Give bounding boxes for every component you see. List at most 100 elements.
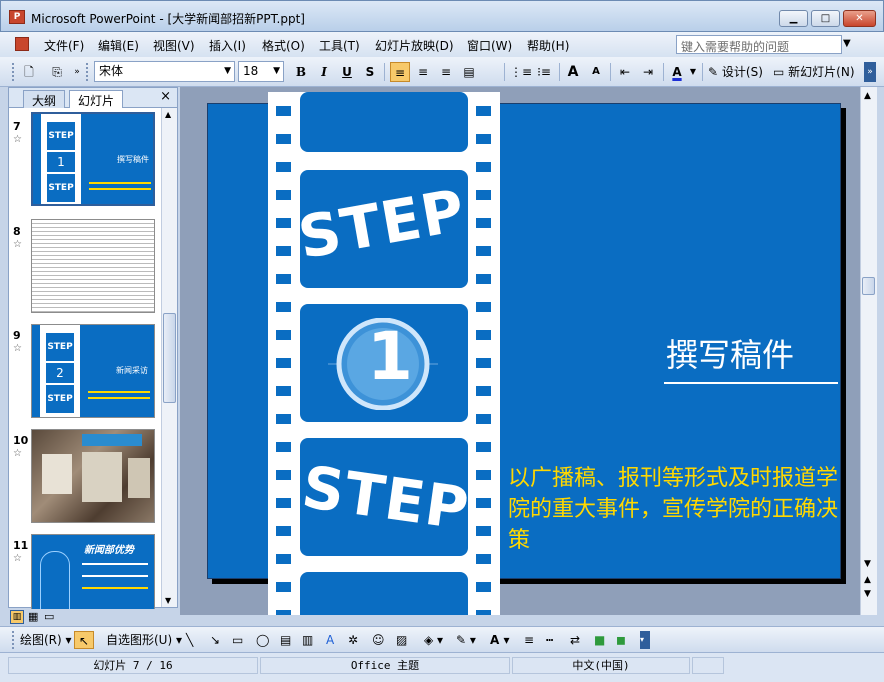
powerpoint-icon[interactable]: P [9, 10, 25, 24]
shadow-button[interactable]: S [361, 62, 379, 82]
slide-thumbnail-11[interactable]: 新闻部优势 [31, 534, 155, 609]
clipart-icon[interactable]: ☺ [372, 631, 385, 649]
toolbar-grip[interactable] [86, 63, 89, 81]
align-center-icon[interactable]: ≡ [413, 62, 433, 82]
font-size-select[interactable]: 18 ▼ [238, 61, 284, 82]
line-style-icon[interactable]: ≡ [524, 631, 534, 649]
close-icon[interactable]: × [160, 89, 171, 104]
picture-icon[interactable]: ▨ [396, 631, 407, 649]
scroll-down-icon[interactable]: ▼ [165, 596, 171, 605]
window-title: Microsoft PowerPoint - [大学新闻部招新PPT.ppt] [31, 12, 305, 26]
menu-window[interactable]: 窗口(W) [467, 37, 512, 54]
align-left-icon[interactable]: ≡ [390, 62, 410, 82]
diagram-icon[interactable]: ✲ [348, 631, 358, 649]
film-sprocket-hole [276, 358, 291, 368]
slide-body-text[interactable]: 以广播稿、报刊等形式及时报道学院的重大事件，宣传学院的正确决策 [508, 463, 838, 556]
vertical-textbox-icon[interactable]: ▥ [302, 631, 313, 649]
menu-edit[interactable]: 编辑(E) [98, 37, 139, 54]
scroll-up-icon[interactable]: ▲ [864, 91, 871, 101]
pane-scrollbar[interactable]: ▲ ▼ [161, 108, 177, 607]
slideshow-view-icon[interactable]: ▭ [44, 610, 54, 623]
toolbar-grip[interactable] [12, 631, 15, 649]
menu-slideshow[interactable]: 幻灯片放映(D) [375, 37, 454, 54]
align-right-icon[interactable]: ≡ [436, 62, 456, 82]
oval-icon[interactable]: ◯ [256, 631, 269, 649]
theme-name: Office 主题 [260, 657, 510, 674]
maximize-button[interactable]: □ [811, 10, 840, 27]
slide-thumbnail-9[interactable]: STEP 2 STEP 新闻采访 [31, 324, 155, 418]
bullets-icon[interactable]: ⁝≡ [534, 62, 554, 82]
film-sprocket-hole [476, 526, 491, 536]
slide-scrollbar[interactable]: ▲ ▼ ▲ ▼ [860, 87, 877, 615]
menu-help[interactable]: 帮助(H) [527, 37, 569, 54]
menu-format[interactable]: 格式(O) [262, 37, 305, 54]
menu-view[interactable]: 视图(V) [153, 37, 195, 54]
select-pointer-icon[interactable]: ↖ [74, 631, 94, 649]
wordart-icon[interactable]: A [326, 631, 334, 649]
grow-font-button[interactable]: A [564, 62, 582, 82]
slide-scroll-thumb[interactable] [862, 277, 875, 295]
minimize-button[interactable]: ▁ [779, 10, 808, 27]
font-color-icon[interactable]: A ▾ [490, 631, 510, 649]
slide-thumbnail-7[interactable]: STEP 1 STEP 撰写稿件 [31, 112, 155, 206]
scroll-up-icon[interactable]: ▲ [165, 110, 171, 119]
increase-indent-icon[interactable]: ⇥ [639, 62, 657, 82]
close-button[interactable]: ✕ [843, 10, 876, 27]
film-sprocket-hole [476, 554, 491, 564]
autoshapes-button[interactable]: 自选图形(U) ▾ [106, 631, 182, 649]
3d-style-icon[interactable]: ◼ [616, 631, 626, 649]
bold-button[interactable]: B [292, 62, 310, 82]
menu-tools[interactable]: 工具(T) [319, 37, 360, 54]
autoshapes-label: 自选图形(U) [106, 633, 173, 647]
current-slide[interactable]: STEP 1 STEP 撰写稿件 以广播稿、报刊等形式及时报道学院的重大事件，宣… [207, 92, 841, 615]
new-slide-button[interactable]: ▭ 新幻灯片(N) [773, 62, 861, 82]
line-color-icon[interactable]: ✎ ▾ [456, 631, 476, 649]
design-button[interactable]: ✎ 设计(S) [708, 62, 770, 82]
distribute-icon[interactable]: ▤ [459, 62, 479, 82]
slide-thumbnail-8[interactable] [31, 219, 155, 313]
new-document-icon[interactable]: 🗋 [20, 62, 38, 82]
design-icon: ✎ [708, 65, 719, 79]
tab-outline[interactable]: 大纲 [23, 90, 66, 108]
next-slide-icon[interactable]: ▼ [864, 589, 871, 599]
formatting-toolbar: 🗋 ⎘ » 宋体 ▼ 18 ▼ B I U S ≡ ≡ ≡ ▤ ⋮≡ ⁝≡ A A … [0, 57, 884, 87]
slide-editing-area[interactable]: STEP 1 STEP 撰写稿件 以广播稿、报刊等形式及时报道学院的重大事件，宣… [180, 87, 860, 615]
toolbar-options-icon[interactable]: » [864, 62, 876, 82]
slide-title[interactable]: 撰写稿件 [666, 330, 794, 376]
decrease-indent-icon[interactable]: ⇤ [616, 62, 634, 82]
font-name-select[interactable]: 宋体 ▼ [94, 61, 235, 82]
tab-slides[interactable]: 幻灯片 [69, 90, 124, 108]
thumb-step: STEP [46, 333, 74, 361]
font-color-button[interactable]: A [668, 62, 686, 82]
slide-counter: 幻灯片 7 / 16 [8, 657, 258, 674]
help-search-input[interactable]: 键入需要帮助的问题 [676, 35, 842, 54]
shrink-font-button[interactable]: A [587, 62, 605, 82]
menu-file[interactable]: 文件(F) [44, 37, 84, 54]
shadow-style-icon[interactable]: ■ [594, 631, 605, 649]
arrow-style-icon[interactable]: ⇄ [570, 631, 580, 649]
textbox-icon[interactable]: ▤ [280, 631, 291, 649]
italic-button[interactable]: I [315, 62, 333, 82]
line-icon[interactable]: ╲ [186, 631, 193, 649]
dash-style-icon[interactable]: ┅ [546, 631, 553, 649]
toolbar-options-icon[interactable]: » [72, 62, 82, 82]
numbering-icon[interactable]: ⋮≡ [510, 62, 532, 82]
document-icon[interactable] [15, 37, 29, 51]
scroll-down-icon[interactable]: ▼ [864, 559, 871, 569]
underline-button[interactable]: U [338, 62, 356, 82]
toolbar-grip[interactable] [12, 63, 15, 81]
slide-sorter-icon[interactable]: ▦ [28, 610, 38, 623]
previous-slide-icon[interactable]: ▲ [864, 575, 871, 585]
fill-color-icon[interactable]: ◈ ▾ [424, 631, 443, 649]
toolbar-options-icon[interactable]: ▾ [640, 631, 650, 649]
draw-menu-button[interactable]: 绘图(R) ▾ [20, 631, 72, 649]
pane-scroll-thumb[interactable] [163, 313, 176, 403]
chevron-down-icon[interactable]: ▼ [688, 62, 698, 82]
arrow-icon[interactable]: ↘ [210, 631, 220, 649]
copy-icon[interactable]: ⎘ [48, 62, 66, 82]
normal-view-icon[interactable]: ▥ [10, 610, 24, 624]
chevron-down-icon[interactable]: ▼ [843, 38, 851, 49]
menu-insert[interactable]: 插入(I) [209, 37, 246, 54]
slide-thumbnail-10[interactable] [31, 429, 155, 523]
rectangle-icon[interactable]: ▭ [232, 631, 243, 649]
